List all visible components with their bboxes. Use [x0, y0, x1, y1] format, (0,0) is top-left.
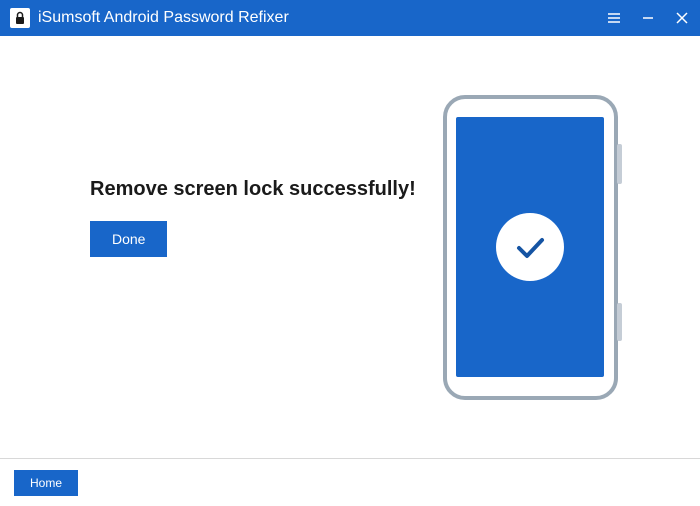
phone-screen [456, 117, 604, 377]
phone-side-button-bottom [617, 303, 622, 341]
check-circle [496, 213, 564, 281]
lock-icon [14, 11, 26, 25]
app-title: iSumsoft Android Password Refixer [38, 9, 606, 27]
main-content: Remove screen lock successfully! Done [0, 36, 700, 458]
menu-button[interactable] [606, 10, 622, 26]
phone-side-button-top [617, 144, 622, 184]
titlebar: iSumsoft Android Password Refixer [0, 0, 700, 36]
minimize-icon [642, 12, 654, 24]
checkmark-icon [510, 227, 550, 267]
hamburger-icon [607, 12, 621, 24]
phone-outline [443, 95, 618, 400]
close-icon [676, 12, 688, 24]
left-panel: Remove screen lock successfully! Done [40, 178, 420, 317]
success-heading: Remove screen lock successfully! [90, 178, 420, 201]
minimize-button[interactable] [640, 10, 656, 26]
app-logo [10, 8, 30, 28]
phone-illustration [420, 87, 640, 407]
window-controls [606, 10, 690, 26]
done-button[interactable]: Done [90, 221, 167, 257]
home-button[interactable]: Home [14, 470, 78, 496]
close-button[interactable] [674, 10, 690, 26]
footer: Home [0, 458, 700, 506]
